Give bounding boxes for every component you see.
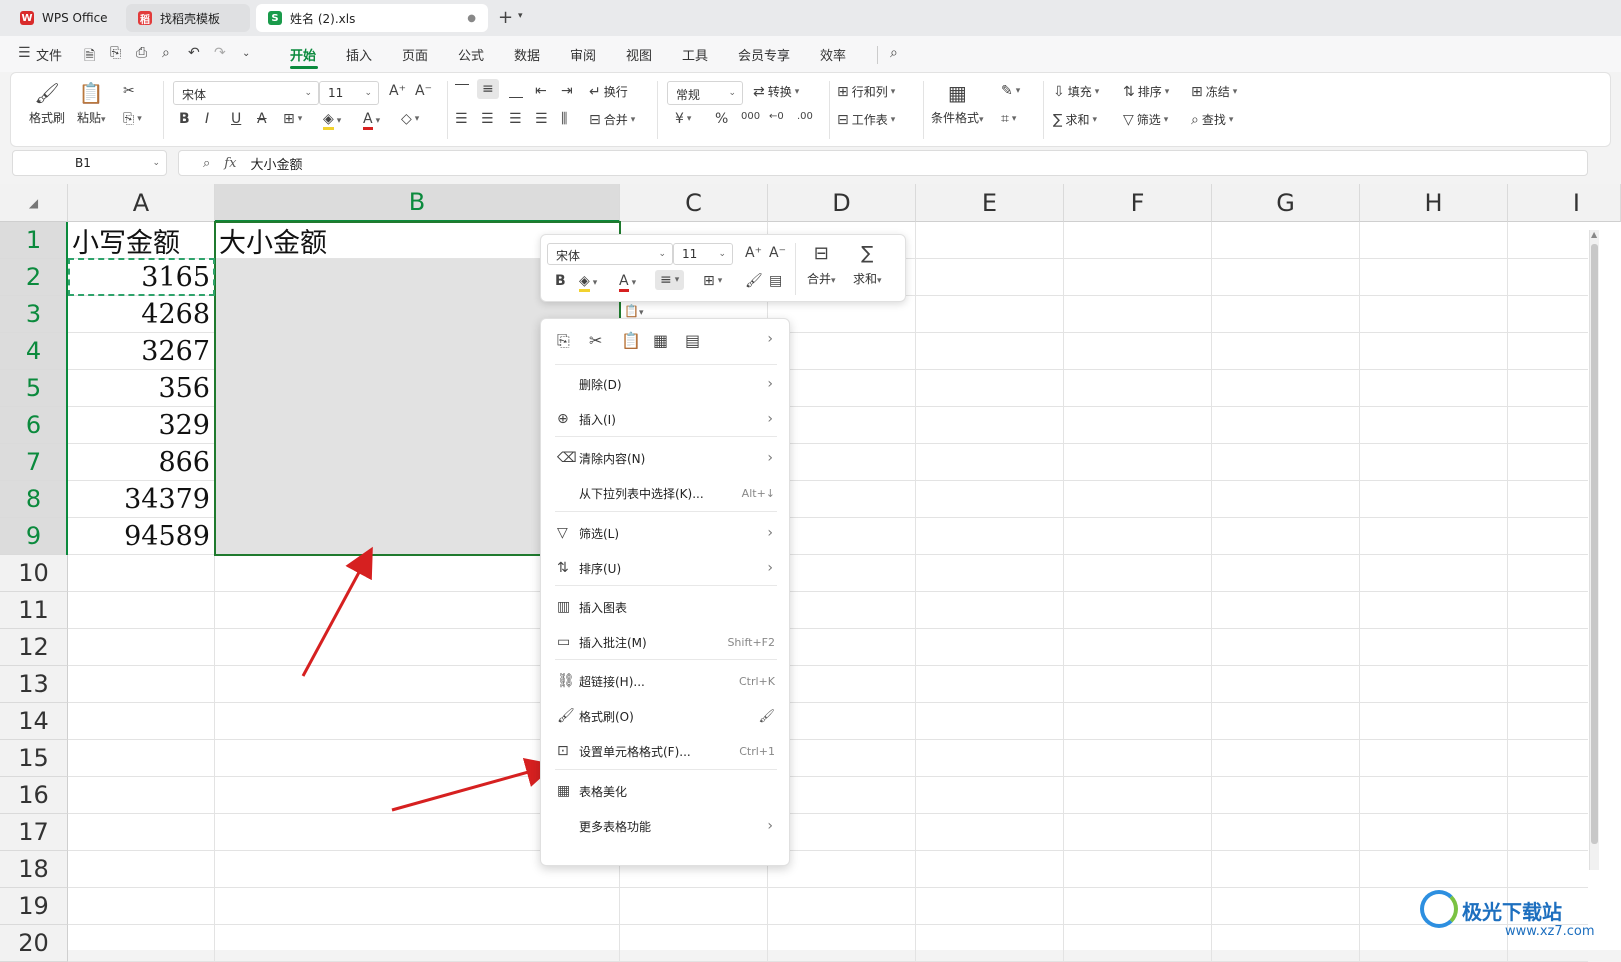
mini-toolbar: 宋体 ⌄ 11 ⌄ A⁺ A⁻ B ◈ ▾ A ▾ ≡ ▾ ⊞ ▾ 🖌 ▤ ⊟ 合并▾ ∑ … — [540, 234, 906, 302]
context-menu-item[interactable]: 从下拉列表中选择(K)... Alt+↓ — [541, 476, 791, 510]
watermark-url: www.xz7.com — [1505, 924, 1595, 939]
context-menu-item-label: 更多表格功能 — [579, 819, 652, 834]
mini-sum-button[interactable]: ∑ 求和▾ — [853, 243, 882, 287]
cut-icon[interactable]: ✂ — [589, 331, 602, 350]
shortcut-hint: Ctrl+1 — [739, 744, 775, 758]
context-menu-item-label: 超链接(H)... — [579, 674, 645, 689]
mini-sum-icon: ∑ — [861, 243, 874, 264]
arrow-to-format-cells — [391, 757, 556, 812]
context-menu-item-label: 设置单元格格式(F)... — [579, 744, 691, 759]
paste-special-icon[interactable]: ▤ — [685, 331, 700, 350]
context-menu-item-label: 排序(U) — [579, 561, 622, 576]
shortcut-hint: Alt+↓ — [741, 486, 775, 500]
mini-format-painter-icon[interactable]: 🖌 — [745, 273, 763, 289]
paste-icon[interactable]: 📋 — [621, 331, 641, 350]
table-beautify-icon: ▦ — [557, 783, 571, 799]
mini-fill-color-icon[interactable]: ◈ ▾ — [579, 273, 597, 292]
context-menu-item-label: 插入图表 — [579, 600, 628, 615]
mini-font-name-select[interactable]: 宋体 ⌄ — [547, 243, 673, 265]
context-menu-item-label: 删除(D) — [579, 377, 622, 392]
clipboard-row: ⎘ ✂ 📋 ▦ ▤ › — [541, 319, 791, 363]
clipboard-more-chevron-icon[interactable]: › — [767, 331, 773, 347]
menu-separator — [555, 436, 777, 437]
mini-cell-format-icon[interactable]: ▤ — [769, 273, 782, 289]
format-painter-icon: 🖌 — [557, 708, 575, 724]
context-menu-item-label: 插入批注(M) — [579, 635, 647, 650]
chart-icon: ▥ — [557, 599, 571, 615]
context-menu-item[interactable]: ⇅ 排序(U) › — [541, 551, 791, 585]
context-menu-item[interactable]: ⊡ 设置单元格格式(F)... Ctrl+1 — [541, 734, 791, 768]
context-menu-item[interactable]: 🖌 格式刷(O) 🖌 — [541, 699, 791, 733]
copy-icon[interactable]: ⎘ — [557, 331, 570, 351]
paste-values-icon[interactable]: ▦ — [653, 331, 668, 350]
context-menu-item-label: 从下拉列表中选择(K)... — [579, 486, 704, 501]
filter-icon: ▽ — [557, 525, 568, 541]
context-menu-item[interactable]: ▥ 插入图表 — [541, 590, 791, 624]
watermark-brand: 极光下载站 — [1462, 900, 1562, 924]
chevron-right-icon: › — [767, 411, 773, 427]
shortcut-hint: Shift+F2 — [727, 635, 775, 649]
mini-border-icon[interactable]: ⊞ ▾ — [703, 273, 722, 289]
context-menu-item-label: 表格美化 — [579, 784, 628, 799]
menu-separator — [555, 585, 777, 586]
clear-icon: ⌫ — [557, 450, 577, 466]
context-menu-item[interactable]: 更多表格功能 › — [541, 809, 791, 843]
link-icon: ⛓ — [557, 673, 575, 689]
context-menu-item-label: 格式刷(O) — [579, 709, 634, 724]
context-menu-item[interactable]: ▽ 筛选(L) › — [541, 516, 791, 550]
menu-separator — [555, 364, 777, 365]
format-painter-icon[interactable]: 🖌 — [758, 709, 775, 724]
chevron-right-icon: › — [767, 450, 773, 466]
context-menu-item[interactable]: ⌫ 清除内容(N) › — [541, 441, 791, 475]
mini-bold-icon[interactable]: B — [555, 273, 566, 289]
watermark-logo-icon — [1420, 890, 1458, 928]
context-menu: ⎘ ✂ 📋 ▦ ▤ › 删除(D) › ⊕ 插入(I) › ⌫ 清除内容(N) › 从下拉列表中… — [540, 318, 790, 866]
mini-merge-button[interactable]: ⊟ 合并▾ — [807, 243, 836, 287]
shortcut-hint: Ctrl+K — [738, 674, 775, 688]
chevron-right-icon: › — [767, 525, 773, 541]
mini-separator — [795, 243, 796, 295]
arrow-to-selection — [301, 546, 373, 677]
mini-font-size-select[interactable]: 11 ⌄ — [673, 243, 733, 265]
context-menu-item[interactable]: ⛓ 超链接(H)... Ctrl+K — [541, 664, 791, 698]
context-menu-item[interactable]: ⊕ 插入(I) › — [541, 402, 791, 436]
chevron-right-icon: › — [767, 376, 773, 392]
context-menu-item[interactable]: ▭ 插入批注(M) Shift+F2 — [541, 625, 791, 659]
mini-increase-font-icon[interactable]: A⁺ — [745, 245, 762, 261]
context-menu-item-label: 筛选(L) — [579, 526, 620, 541]
menu-separator — [555, 511, 777, 512]
context-menu-item[interactable]: ▦ 表格美化 — [541, 774, 791, 808]
annotation-arrows — [301, 546, 556, 812]
menu-separator — [555, 659, 777, 660]
insert-icon: ⊕ — [557, 411, 569, 427]
context-menu-item[interactable]: 删除(D) › — [541, 367, 791, 401]
mini-decrease-font-icon[interactable]: A⁻ — [769, 245, 786, 261]
cell-format-icon: ⊡ — [557, 743, 569, 759]
sort-icon: ⇅ — [557, 560, 569, 576]
menu-separator — [555, 769, 777, 770]
mini-merge-icon: ⊟ — [813, 243, 829, 264]
mini-align-icon[interactable]: ≡ ▾ — [655, 270, 685, 290]
context-menu-item-label: 清除内容(N) — [579, 451, 646, 466]
chevron-right-icon: › — [767, 818, 773, 834]
chevron-right-icon: › — [767, 560, 773, 576]
mini-font-color-icon[interactable]: A ▾ — [619, 273, 636, 292]
context-menu-item-label: 插入(I) — [579, 412, 616, 427]
comment-icon: ▭ — [557, 634, 571, 650]
